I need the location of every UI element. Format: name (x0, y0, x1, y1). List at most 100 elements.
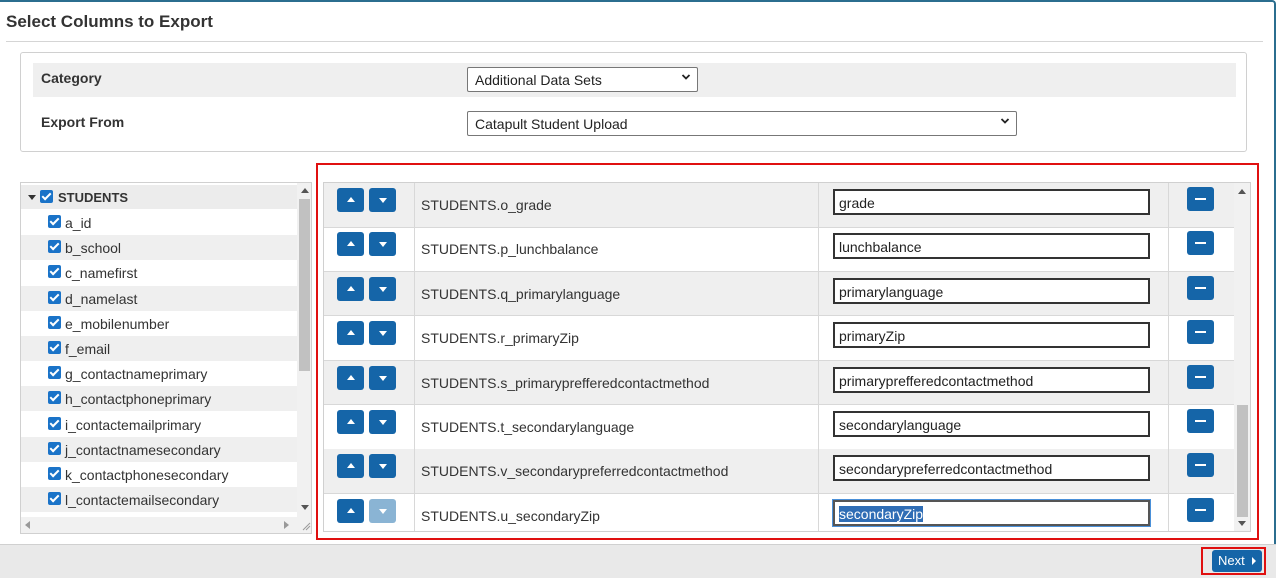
column-field-name: STUDENTS.v_secondarypreferredcontactmeth… (421, 463, 729, 480)
checkbox-checked-icon[interactable] (48, 391, 61, 405)
checkbox-checked-icon[interactable] (48, 441, 61, 455)
tree-item[interactable]: l_contactemailsecondary (21, 487, 297, 513)
table-row: STUDENTS.u_secondaryZip secondaryZip (324, 493, 1234, 531)
checkbox-checked-icon[interactable] (48, 341, 61, 354)
remove-column-button[interactable] (1187, 453, 1214, 478)
arrow-down-icon (379, 198, 387, 203)
tree-item-label: d_namelast (65, 290, 138, 307)
column-alias-input[interactable]: lunchbalance (833, 233, 1150, 260)
tree-vertical-scrollbar[interactable] (297, 183, 311, 517)
tree-horizontal-scrollbar[interactable] (21, 517, 311, 533)
scroll-left-icon[interactable] (25, 521, 30, 529)
column-alias-input[interactable]: secondarypreferredcontactmethod (833, 455, 1150, 482)
checkbox-checked-icon[interactable] (48, 265, 61, 279)
column-alias-input[interactable]: primarylanguage (833, 277, 1150, 304)
column-field-name: STUDENTS.r_primaryZip (421, 330, 579, 347)
cell-divider (1168, 405, 1169, 449)
column-alias-value: secondaryZip (839, 505, 924, 522)
move-down-button[interactable] (369, 232, 396, 257)
tree-item[interactable]: g_contactnameprimary (21, 361, 297, 386)
table-row: STUDENTS.v_secondarypreferredcontactmeth… (324, 449, 1234, 494)
columns-scroll-thumb[interactable] (1237, 405, 1248, 517)
column-field-name: STUDENTS.q_primarylanguage (421, 285, 621, 302)
cell-divider (414, 227, 415, 271)
scroll-down-icon[interactable] (301, 505, 309, 510)
remove-column-button[interactable] (1187, 320, 1214, 345)
move-up-button[interactable] (337, 410, 364, 434)
checkbox-checked-icon[interactable] (48, 215, 61, 228)
arrow-up-icon (347, 507, 355, 513)
column-alias-input[interactable]: secondaryZip (832, 498, 1151, 527)
checkbox-checked-icon[interactable] (48, 315, 61, 329)
checkbox-checked-icon[interactable] (48, 467, 61, 480)
tree-item[interactable]: c_namefirst (21, 260, 297, 285)
remove-column-button[interactable] (1187, 364, 1214, 389)
move-down-button[interactable] (369, 276, 396, 301)
move-down-button[interactable] (369, 454, 396, 479)
tree-item[interactable]: d_namelast (21, 285, 297, 311)
columns-vertical-scrollbar[interactable] (1234, 183, 1250, 531)
move-down-button[interactable] (369, 365, 396, 390)
cell-divider (414, 405, 415, 449)
checkbox-checked-icon[interactable] (48, 290, 61, 304)
cell-divider (818, 493, 819, 531)
checkbox-checked-icon[interactable] (48, 492, 61, 506)
checkbox-checked-icon[interactable] (48, 416, 61, 430)
scroll-up-icon[interactable] (1238, 189, 1246, 194)
category-select[interactable]: Additional Data Sets (467, 67, 698, 92)
move-down-button[interactable] (369, 321, 396, 346)
column-alias-input[interactable]: grade (833, 189, 1150, 215)
checkbox-checked-icon[interactable] (48, 240, 61, 254)
expand-caret-icon[interactable] (28, 195, 36, 200)
column-alias-value: secondarypreferredcontactmethod (839, 461, 1053, 478)
cell-divider (414, 316, 415, 360)
move-up-button[interactable] (337, 321, 364, 346)
remove-column-button[interactable] (1187, 275, 1214, 300)
column-alias-value: lunchbalance (839, 239, 922, 256)
checkbox-checked-icon[interactable] (48, 366, 61, 380)
remove-column-button[interactable] (1187, 231, 1214, 256)
tree-item-label: j_contactnamesecondary (65, 441, 221, 458)
tree-scroll-thumb[interactable] (299, 199, 310, 371)
tree-item[interactable]: i_contactemailprimary (21, 412, 297, 437)
tree-item[interactable]: j_contactnamesecondary (21, 436, 297, 462)
title-divider (6, 41, 1263, 42)
tree-item[interactable]: b_school (21, 235, 297, 261)
resize-grip-icon[interactable] (301, 521, 311, 531)
move-up-button[interactable] (337, 188, 364, 212)
move-up-button[interactable] (337, 232, 364, 257)
checkbox-checked-icon[interactable] (40, 190, 53, 203)
scroll-down-icon[interactable] (1238, 521, 1246, 526)
remove-column-button[interactable] (1187, 409, 1214, 433)
table-row: STUDENTS.o_grade grade (324, 183, 1234, 228)
column-alias-input[interactable]: primaryprefferedcontactmethod (833, 366, 1150, 393)
tree-item[interactable]: h_contactphoneprimary (21, 386, 297, 412)
column-alias-input[interactable]: secondarylanguage (833, 411, 1150, 437)
remove-column-button[interactable] (1187, 497, 1214, 522)
arrow-down-icon (379, 331, 387, 337)
next-button[interactable]: Next (1212, 550, 1262, 572)
column-alias-input[interactable]: primaryZip (833, 322, 1150, 349)
scroll-up-icon[interactable] (301, 188, 309, 193)
scroll-right-icon[interactable] (284, 521, 289, 529)
move-up-button[interactable] (337, 276, 364, 301)
minus-icon (1195, 198, 1206, 200)
move-down-button[interactable] (369, 188, 396, 212)
move-up-button[interactable] (337, 454, 364, 479)
remove-column-button[interactable] (1187, 187, 1214, 211)
tree-item[interactable]: a_id (21, 210, 297, 235)
arrow-down-icon (379, 464, 387, 470)
tree-item[interactable]: f_email (21, 336, 297, 361)
tree-item[interactable]: e_mobilenumber (21, 311, 297, 336)
tree-root-students[interactable]: STUDENTS (21, 185, 297, 209)
minus-icon (1195, 331, 1206, 334)
column-field-name: STUDENTS.t_secondarylanguage (421, 419, 635, 435)
chevron-down-icon (681, 74, 691, 80)
export-from-select[interactable]: Catapult Student Upload (467, 111, 1017, 136)
move-up-button[interactable] (337, 498, 364, 523)
cell-divider (818, 316, 819, 360)
tree-item[interactable]: k_contactphonesecondary (21, 462, 297, 487)
move-up-button[interactable] (337, 365, 364, 390)
move-down-button[interactable] (369, 410, 396, 434)
cell-divider (414, 449, 415, 493)
